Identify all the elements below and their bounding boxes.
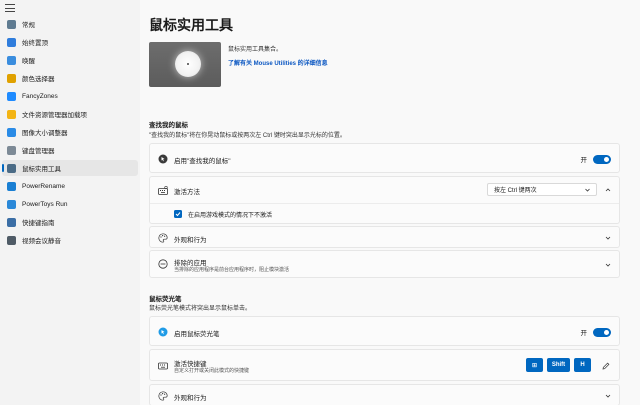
sidebar-item-label: PowerRename bbox=[22, 182, 65, 190]
sidebar: 常规始终置顶唤醒颜色选择器 FancyZones 文件资源管理器加载项 图像大小调整器… bbox=[0, 0, 140, 405]
block-icon bbox=[158, 259, 168, 269]
sidebar-item[interactable]: 键盘管理器 bbox=[2, 142, 138, 158]
highlighter-section-title: 鼠标荧光笔 bbox=[149, 296, 182, 303]
highlighter-appearance-card[interactable]: 外观和行为 bbox=[149, 384, 620, 405]
highlighter-enable-label: 启用鼠标荧光笔 bbox=[174, 331, 220, 338]
hero-image bbox=[149, 42, 221, 87]
sidebar-item-label: 鼠标实用工具 bbox=[22, 166, 61, 173]
find-mouse-section-desc: "查找我的鼠标"将在你晃动鼠标或按两次左 Ctrl 键时突出显示光标的位置。 bbox=[149, 133, 346, 139]
edit-shortcut-pencil-icon[interactable] bbox=[602, 362, 610, 370]
sidebar-item[interactable]: 文件资源管理器加载项 bbox=[2, 106, 138, 122]
sidebar-item[interactable]: 图像大小调整器 bbox=[2, 124, 138, 140]
sidebar-item[interactable]: 视频会议静音 bbox=[2, 232, 138, 248]
find-mouse-enable-card: 启用"查找我的鼠标" 开 bbox=[149, 143, 620, 173]
sidebar-item-label: 键盘管理器 bbox=[22, 148, 55, 155]
sidebar-item[interactable]: PowerToys Run bbox=[2, 196, 138, 212]
powertoys-run-icon bbox=[7, 199, 16, 209]
activation-card: 激活方法 按左 Ctrl 键两次 在启用游戏模式的情况下不激活 bbox=[149, 176, 620, 224]
hamburger-menu-icon[interactable] bbox=[5, 3, 15, 13]
palette-icon bbox=[158, 233, 168, 243]
find-mouse-section-title: 查找我的鼠标 bbox=[149, 122, 188, 129]
learn-more-link[interactable]: 了解有关 Mouse Utilities 的详细信息 bbox=[228, 58, 328, 67]
find-mouse-enable-label: 启用"查找我的鼠标" bbox=[174, 158, 231, 165]
game-mode-checkbox-label: 在启用游戏模式的情况下不激活 bbox=[188, 213, 273, 219]
coffee-icon bbox=[7, 55, 16, 65]
excluded-apps-card[interactable]: 排除的应用 当排除的应用程序是前台应用程序时，阻止模块激活 bbox=[149, 250, 620, 278]
sidebar-item-label: 文件资源管理器加载项 bbox=[22, 112, 87, 119]
keyboard-icon bbox=[7, 145, 16, 155]
find-mouse-appearance-card[interactable]: 外观和行为 bbox=[149, 226, 620, 248]
chevron-down-icon bbox=[605, 262, 611, 268]
shortcut-guide-icon bbox=[7, 217, 16, 227]
sidebar-item-label: FancyZones bbox=[22, 92, 58, 100]
highlighter-icon bbox=[158, 327, 168, 337]
sidebar-item[interactable]: FancyZones bbox=[2, 88, 138, 104]
sidebar-item-label: 图像大小调整器 bbox=[22, 130, 68, 137]
color-picker-icon bbox=[7, 73, 16, 83]
sidebar-item[interactable]: 唤醒 bbox=[2, 52, 138, 68]
highlighter-section-desc: 鼠标荧光笔模式将突出显示鼠标单击。 bbox=[149, 306, 252, 312]
find-mouse-toggle-state: 开 bbox=[580, 157, 588, 164]
highlighter-toggle-state: 开 bbox=[580, 330, 588, 337]
highlighter-appearance-label: 外观和行为 bbox=[174, 395, 207, 402]
home-icon bbox=[7, 19, 16, 29]
activation-method-label: 激活方法 bbox=[174, 189, 200, 196]
file-explorer-icon bbox=[7, 109, 16, 119]
keyboard-mouse-icon bbox=[158, 185, 168, 195]
sidebar-item-label: 常规 bbox=[22, 22, 35, 29]
chevron-down-icon bbox=[585, 188, 590, 192]
pin-icon bbox=[7, 37, 16, 47]
sidebar-item-label: 快捷键指南 bbox=[22, 220, 55, 227]
sidebar-item-label: 视频会议静音 bbox=[22, 238, 61, 245]
chevron-up-icon[interactable] bbox=[605, 187, 611, 193]
mouse-icon bbox=[7, 163, 16, 173]
sidebar-item[interactable]: 快捷键指南 bbox=[2, 214, 138, 230]
sidebar-item-label: PowerToys Run bbox=[22, 200, 68, 208]
sidebar-item-label: 颜色选择器 bbox=[22, 76, 55, 83]
keyboard-icon bbox=[158, 361, 168, 371]
shortcut-key-shift: Shift bbox=[547, 358, 570, 372]
sidebar-item[interactable]: 颜色选择器 bbox=[2, 70, 138, 86]
fancyzones-icon bbox=[7, 91, 16, 101]
activation-method-value: 按左 Ctrl 键两次 bbox=[494, 188, 537, 194]
activation-method-dropdown[interactable]: 按左 Ctrl 键两次 bbox=[487, 183, 597, 196]
sidebar-item-label: 唤醒 bbox=[22, 58, 35, 65]
highlighter-enable-card: 启用鼠标荧光笔 开 bbox=[149, 316, 620, 346]
sidebar-item[interactable]: 始终置顶 bbox=[2, 34, 138, 50]
find-mouse-appearance-label: 外观和行为 bbox=[174, 237, 207, 244]
powerrename-icon bbox=[7, 181, 16, 191]
find-mouse-toggle[interactable] bbox=[593, 154, 611, 164]
page-title: 鼠标实用工具 bbox=[149, 17, 233, 33]
sidebar-item[interactable]: 常规 bbox=[2, 16, 138, 32]
palette-icon bbox=[158, 391, 168, 401]
highlighter-toggle[interactable] bbox=[593, 327, 611, 337]
chevron-down-icon bbox=[605, 235, 611, 241]
shortcut-card: 激活快捷键 自定义打开或关闭此模式的快捷键 ⊞ Shift H bbox=[149, 349, 620, 381]
sidebar-item-label: 始终置顶 bbox=[22, 40, 48, 47]
main-content: 鼠标实用工具 鼠标实用工具集合。 了解有关 Mouse Utilities 的详… bbox=[140, 0, 640, 405]
video-mute-icon bbox=[7, 235, 16, 245]
find-mouse-icon bbox=[158, 154, 168, 164]
shortcut-key-win: ⊞ bbox=[526, 358, 543, 372]
game-mode-checkbox[interactable] bbox=[174, 210, 182, 218]
shortcut-key-h: H bbox=[574, 358, 591, 372]
page-description: 鼠标实用工具集合。 bbox=[228, 47, 283, 53]
image-resizer-icon bbox=[7, 127, 16, 137]
sidebar-item[interactable]: 鼠标实用工具 bbox=[2, 160, 138, 176]
excluded-apps-desc: 当排除的应用程序是前台应用程序时，阻止模块激活 bbox=[174, 267, 290, 273]
chevron-down-icon bbox=[605, 393, 611, 399]
shortcut-desc: 自定义打开或关闭此模式的快捷键 bbox=[174, 368, 250, 374]
sidebar-item[interactable]: PowerRename bbox=[2, 178, 138, 194]
